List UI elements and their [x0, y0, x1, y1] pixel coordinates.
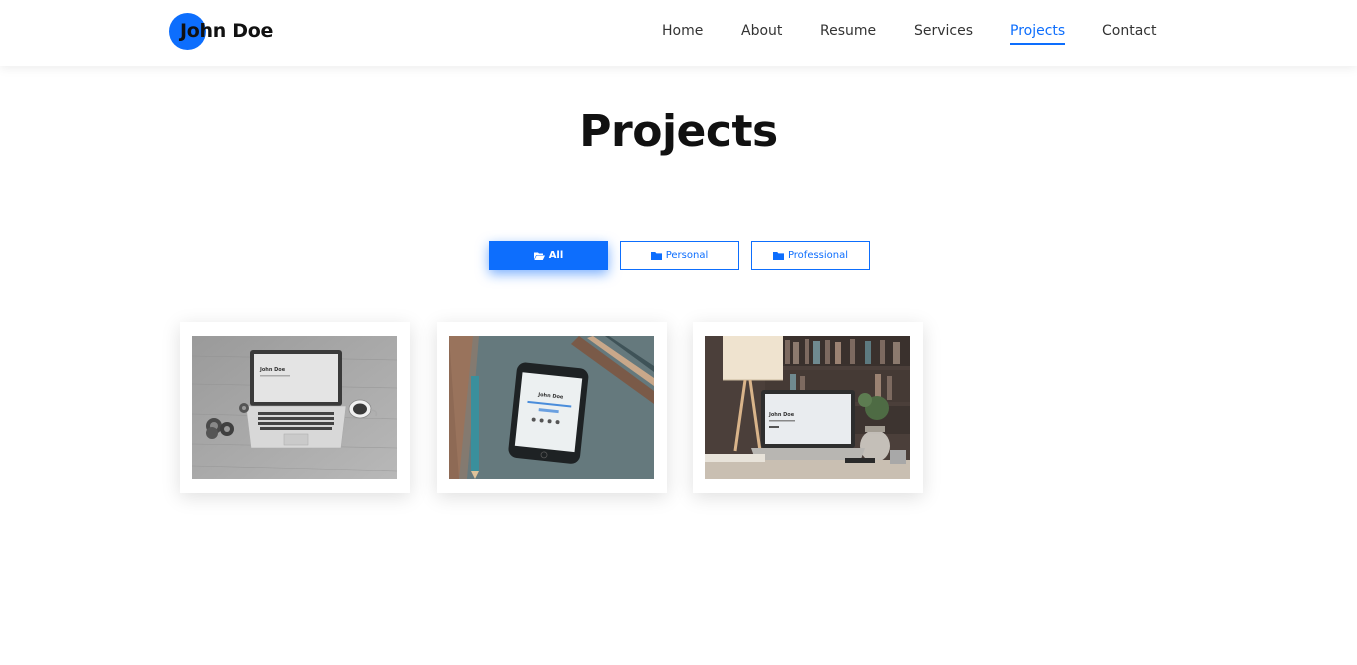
nav-about[interactable]: About — [741, 21, 782, 41]
main-nav: Home About Resume Services Projects Cont… — [0, 0, 1357, 66]
filter-personal-button[interactable]: Personal — [620, 241, 739, 270]
project-card[interactable]: John Doe — [437, 322, 667, 493]
laptop-screen-text: John Doe — [768, 412, 795, 418]
project-card[interactable]: John Doe — [180, 322, 410, 493]
project-thumbnail-smartphone[interactable]: John Doe — [449, 336, 654, 479]
folder-open-icon — [533, 252, 545, 260]
nav-resume[interactable]: Resume — [820, 21, 876, 41]
filter-professional-label: Professional — [787, 250, 849, 261]
folder-icon — [650, 251, 662, 260]
filter-personal-label: Personal — [665, 250, 709, 261]
nav-home[interactable]: Home — [662, 21, 703, 41]
nav-projects[interactable]: Projects — [1010, 21, 1066, 45]
project-filters: All Personal Professional — [0, 241, 1357, 270]
nav-services[interactable]: Services — [914, 21, 973, 41]
nav-contact[interactable]: Contact — [1102, 21, 1156, 41]
site-header: John Doe Home About Resume Services Proj… — [0, 0, 1357, 66]
project-card[interactable]: John Doe — [693, 322, 923, 493]
filter-all-button[interactable]: All — [489, 241, 608, 270]
project-thumbnail-laptop-desk[interactable]: John Doe — [192, 336, 397, 479]
filter-all-label: All — [548, 250, 564, 261]
project-thumbnail-laptop-lamp[interactable]: John Doe — [705, 336, 910, 479]
page-title: Projects — [579, 106, 778, 157]
filter-professional-button[interactable]: Professional — [751, 241, 870, 270]
folder-icon — [772, 251, 784, 260]
laptop-screen-text: John Doe — [259, 367, 286, 373]
